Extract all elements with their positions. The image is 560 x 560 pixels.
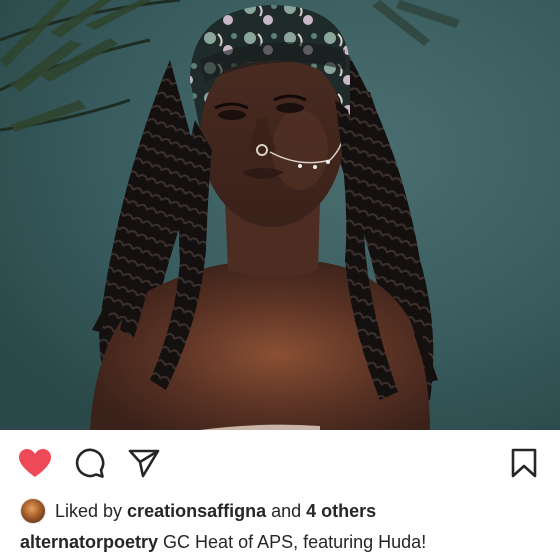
share-icon: [128, 449, 160, 478]
caption-text: GC Heat of APS, featuring Huda!: [158, 532, 427, 552]
likes-prefix: Liked by: [55, 500, 128, 521]
liker-username[interactable]: creationsaffigna: [127, 501, 266, 522]
comment-button[interactable]: [73, 446, 107, 480]
heart-icon: [19, 449, 51, 477]
save-button[interactable]: [507, 446, 541, 480]
comment-icon: [75, 448, 105, 478]
action-bar: [0, 430, 560, 496]
post-caption: alternatorpoetry GC Heat of APS, featuri…: [20, 532, 426, 553]
likes-others-link[interactable]: 4 others: [306, 501, 376, 522]
portrait-illustration: [0, 0, 560, 430]
post-photo[interactable]: [0, 0, 560, 430]
avatar[interactable]: [20, 498, 46, 524]
caption-username[interactable]: alternatorpoetry: [20, 532, 158, 552]
instagram-post: Liked by creationsaffigna and 4 others a…: [0, 0, 560, 560]
bookmark-icon: [511, 448, 537, 478]
likes-connector: and: [266, 500, 307, 521]
likes-summary: Liked by creationsaffigna and 4 others: [20, 498, 376, 524]
like-button[interactable]: [18, 446, 52, 480]
share-button[interactable]: [127, 446, 161, 480]
